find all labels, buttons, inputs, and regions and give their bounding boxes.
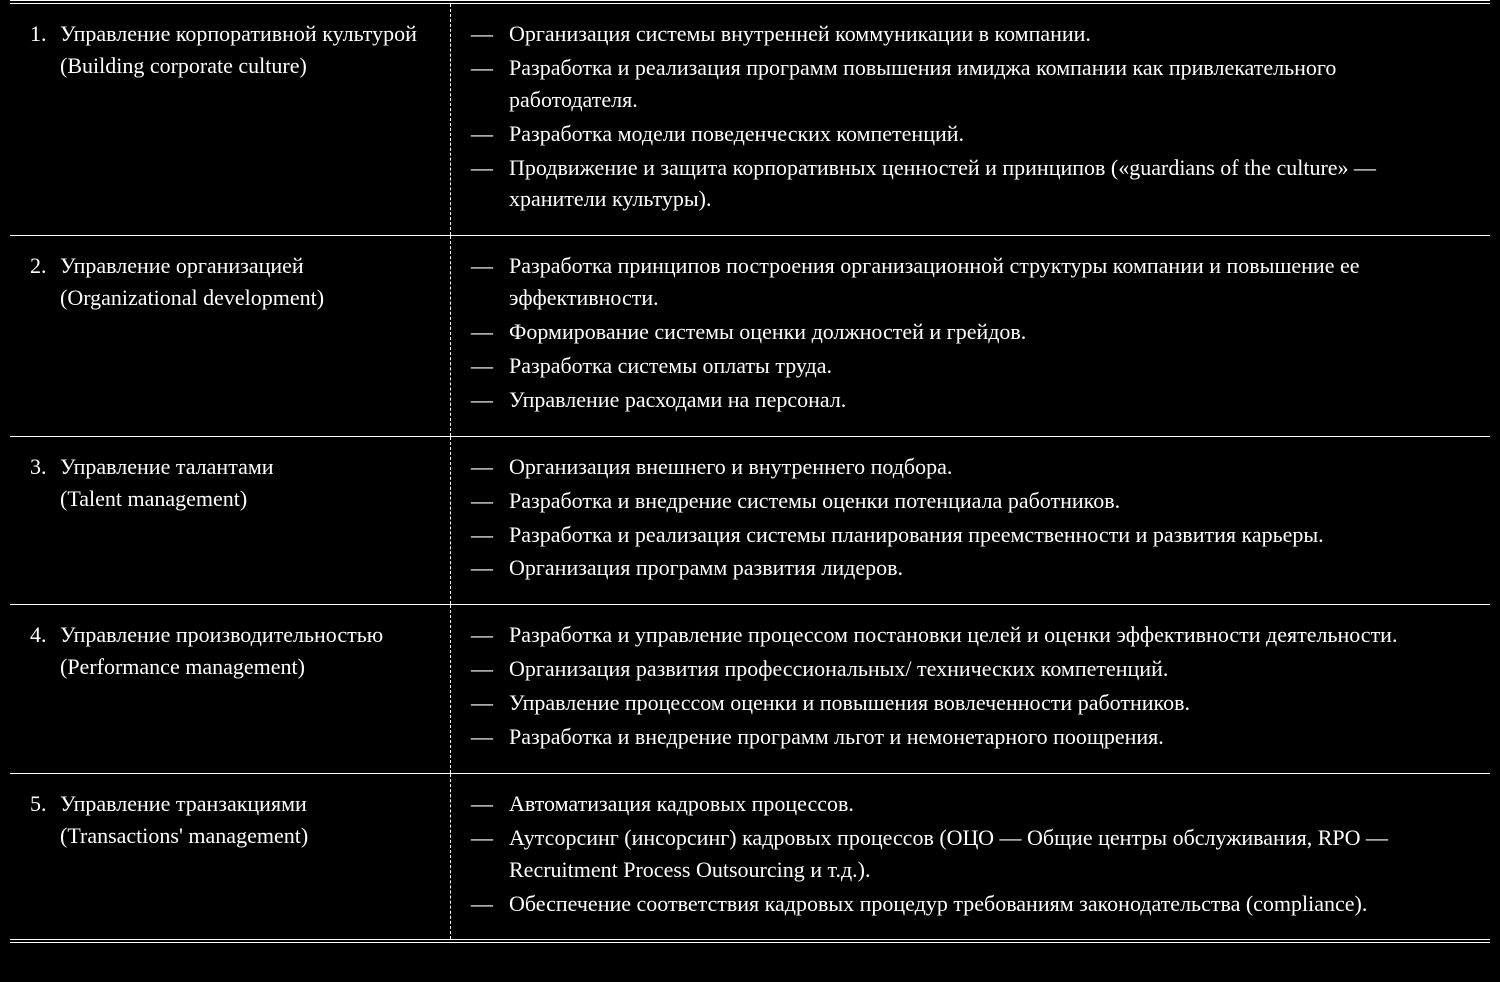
row-title-text: Управление талантами(Talent management) (60, 451, 274, 515)
row-title-en: (Building corporate culture) (60, 50, 417, 82)
table-body: 1.Управление корпоративной культурой(Bui… (10, 2, 1490, 941)
table-row: 5.Управление транзакциями(Transactions' … (10, 773, 1490, 941)
row-title-cell: 2.Управление организацией(Organizational… (10, 236, 451, 436)
list-item: Разработка системы оплаты труда. (471, 350, 1470, 382)
row-title-en: (Organizational development) (60, 282, 324, 314)
row-number: 1. (30, 18, 52, 82)
list-item: Разработка и внедрение программ льгот и … (471, 721, 1470, 753)
row-items-list: Разработка принципов построения организа… (471, 250, 1470, 415)
list-item: Продвижение и защита корпоративных ценно… (471, 152, 1470, 216)
row-title: 3.Управление талантами(Talent management… (30, 451, 430, 515)
list-item: Разработка и реализация программ повышен… (471, 52, 1470, 116)
list-item: Организация системы внутренней коммуника… (471, 18, 1470, 50)
table-row: 4.Управление производительностью(Perform… (10, 605, 1490, 774)
list-item: Разработка и управление процессом постан… (471, 619, 1470, 651)
row-items-list: Автоматизация кадровых процессов.Аутсорс… (471, 788, 1470, 920)
row-items-list: Организация системы внутренней коммуника… (471, 18, 1470, 215)
row-title-cell: 4.Управление производительностью(Perform… (10, 605, 451, 774)
list-item: Управление расходами на персонал. (471, 384, 1470, 416)
row-number: 5. (30, 788, 52, 852)
row-items-list: Организация внешнего и внутреннего подбо… (471, 451, 1470, 585)
row-items-cell: Разработка принципов построения организа… (451, 236, 1491, 436)
row-title-en: (Performance management) (60, 651, 383, 683)
row-title-en: (Transactions' management) (60, 820, 308, 852)
table-row: 2.Управление организацией(Organizational… (10, 236, 1490, 436)
row-title: 2.Управление организацией(Organizational… (30, 250, 430, 314)
table-row: 1.Управление корпоративной культурой(Bui… (10, 2, 1490, 236)
row-title-text: Управление организацией(Organizational d… (60, 250, 324, 314)
row-title-ru: Управление талантами (60, 451, 274, 483)
row-number: 2. (30, 250, 52, 314)
table-row: 3.Управление талантами(Talent management… (10, 436, 1490, 605)
row-title-ru: Управление организацией (60, 250, 324, 282)
row-title: 1.Управление корпоративной культурой(Bui… (30, 18, 430, 82)
row-title-text: Управление корпоративной культурой(Build… (60, 18, 417, 82)
document-page: 1.Управление корпоративной культурой(Bui… (0, 0, 1500, 982)
list-item: Формирование системы оценки должностей и… (471, 316, 1470, 348)
row-title: 5.Управление транзакциями(Transactions' … (30, 788, 430, 852)
row-title-ru: Управление транзакциями (60, 788, 308, 820)
list-item: Разработка принципов построения организа… (471, 250, 1470, 314)
list-item: Организация внешнего и внутреннего подбо… (471, 451, 1470, 483)
row-items-cell: Разработка и управление процессом постан… (451, 605, 1491, 774)
row-title-text: Управление транзакциями(Transactions' ma… (60, 788, 308, 852)
list-item: Организация программ развития лидеров. (471, 552, 1470, 584)
list-item: Организация развития профессиональных/ т… (471, 653, 1470, 685)
row-title-cell: 1.Управление корпоративной культурой(Bui… (10, 2, 451, 236)
row-number: 3. (30, 451, 52, 515)
row-items-cell: Организация внешнего и внутреннего подбо… (451, 436, 1491, 605)
row-title-cell: 3.Управление талантами(Talent management… (10, 436, 451, 605)
row-items-cell: Автоматизация кадровых процессов.Аутсорс… (451, 773, 1491, 941)
list-item: Управление процессом оценки и повышения … (471, 687, 1470, 719)
row-title-en: (Talent management) (60, 483, 274, 515)
row-title: 4.Управление производительностью(Perform… (30, 619, 430, 683)
list-item: Аутсорсинг (инсорсинг) кадровых процессо… (471, 822, 1470, 886)
list-item: Обеспечение соответствия кадровых процед… (471, 888, 1470, 920)
row-title-text: Управление производительностью(Performan… (60, 619, 383, 683)
list-item: Автоматизация кадровых процессов. (471, 788, 1470, 820)
list-item: Разработка и внедрение системы оценки по… (471, 485, 1470, 517)
row-title-ru: Управление корпоративной культурой (60, 18, 417, 50)
list-item: Разработка модели поведенческих компетен… (471, 118, 1470, 150)
row-number: 4. (30, 619, 52, 683)
row-items-cell: Организация системы внутренней коммуника… (451, 2, 1491, 236)
list-item: Разработка и реализация системы планиров… (471, 519, 1470, 551)
row-title-ru: Управление производительностью (60, 619, 383, 651)
row-items-list: Разработка и управление процессом постан… (471, 619, 1470, 753)
row-title-cell: 5.Управление транзакциями(Transactions' … (10, 773, 451, 941)
hr-functions-table: 1.Управление корпоративной культурой(Bui… (10, 0, 1490, 943)
